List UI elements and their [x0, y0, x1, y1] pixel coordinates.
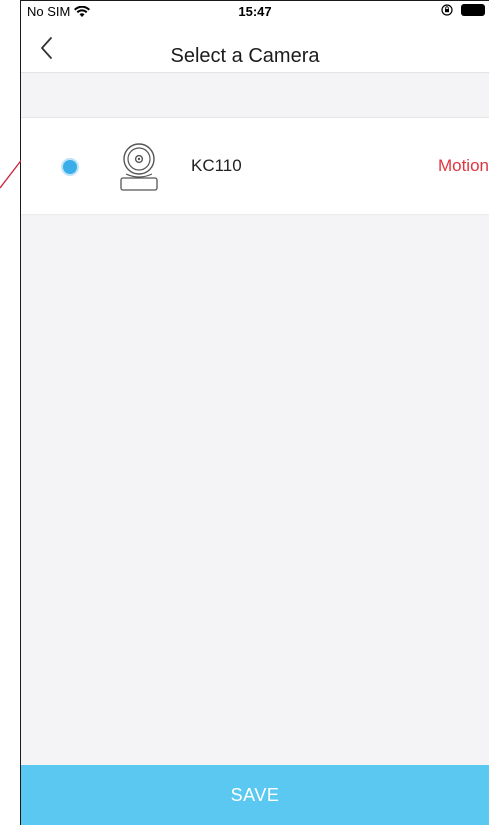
- orientation-lock-icon: [441, 4, 453, 16]
- empty-content-area: [21, 215, 489, 765]
- camera-list-item[interactable]: KC110 Motion: [21, 118, 489, 215]
- status-time: 15:47: [238, 4, 272, 19]
- page-title: Select a Camera: [170, 45, 320, 67]
- navigation-bar: Select a Camera: [21, 24, 489, 73]
- camera-status-label: Motion: [437, 156, 489, 175]
- radio-selected-icon[interactable]: [63, 160, 77, 174]
- screen: No SIM 15:47 Select a Camera KC110 Motio…: [0, 0, 489, 825]
- battery-icon: [461, 4, 485, 16]
- status-right: [441, 4, 485, 16]
- status-bar: No SIM 15:47: [21, 1, 489, 23]
- camera-name: KC110: [191, 156, 242, 175]
- save-button[interactable]: SAVE: [21, 765, 489, 825]
- section-spacer: [21, 73, 489, 118]
- camera-icon: [120, 143, 158, 191]
